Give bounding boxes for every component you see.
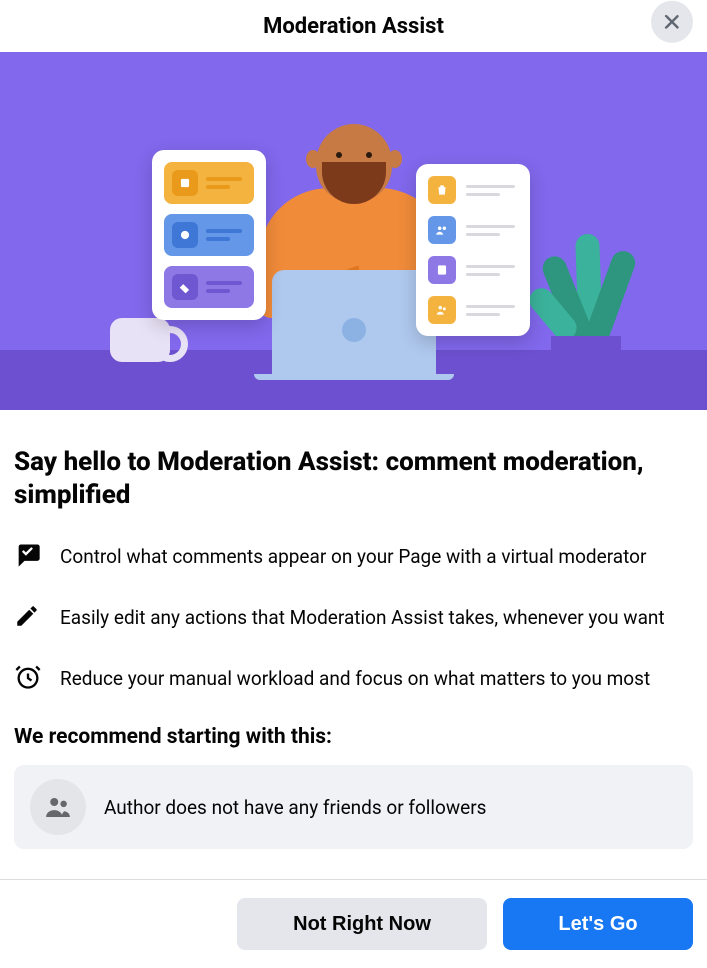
feature-row-0: Control what comments appear on your Pag… xyxy=(14,541,693,573)
laptop-illustration xyxy=(272,270,436,378)
close-icon xyxy=(661,11,683,33)
feature-text: Reduce your manual workload and focus on… xyxy=(60,666,650,693)
content-area: Say hello to Moderation Assist: comment … xyxy=(0,410,707,879)
hero-card-left xyxy=(152,150,266,320)
feature-row-1: Easily edit any actions that Moderation … xyxy=(14,603,693,633)
pencil-icon xyxy=(14,603,42,633)
people-icon xyxy=(30,779,86,835)
recommend-title: We recommend starting with this: xyxy=(14,725,693,749)
close-button[interactable] xyxy=(651,1,693,43)
headline: Say hello to Moderation Assist: comment … xyxy=(14,446,693,511)
feature-text: Control what comments appear on your Pag… xyxy=(60,544,646,571)
recommend-card[interactable]: Author does not have any friends or foll… xyxy=(14,765,693,849)
lets-go-button[interactable]: Let's Go xyxy=(503,898,693,950)
chat-check-icon xyxy=(14,541,42,573)
alarm-icon xyxy=(14,663,42,695)
dialog-footer: Not Right Now Let's Go xyxy=(0,879,707,968)
hero-card-right xyxy=(416,164,530,336)
feature-text: Easily edit any actions that Moderation … xyxy=(60,605,665,632)
dialog-header: Moderation Assist xyxy=(0,0,707,52)
hero-illustration xyxy=(0,52,707,410)
feature-row-2: Reduce your manual workload and focus on… xyxy=(14,663,693,695)
not-right-now-button[interactable]: Not Right Now xyxy=(237,898,487,950)
dialog-title: Moderation Assist xyxy=(263,14,444,39)
mug-illustration xyxy=(110,318,170,362)
recommend-text: Author does not have any friends or foll… xyxy=(104,796,486,819)
plant-illustration xyxy=(537,224,637,344)
